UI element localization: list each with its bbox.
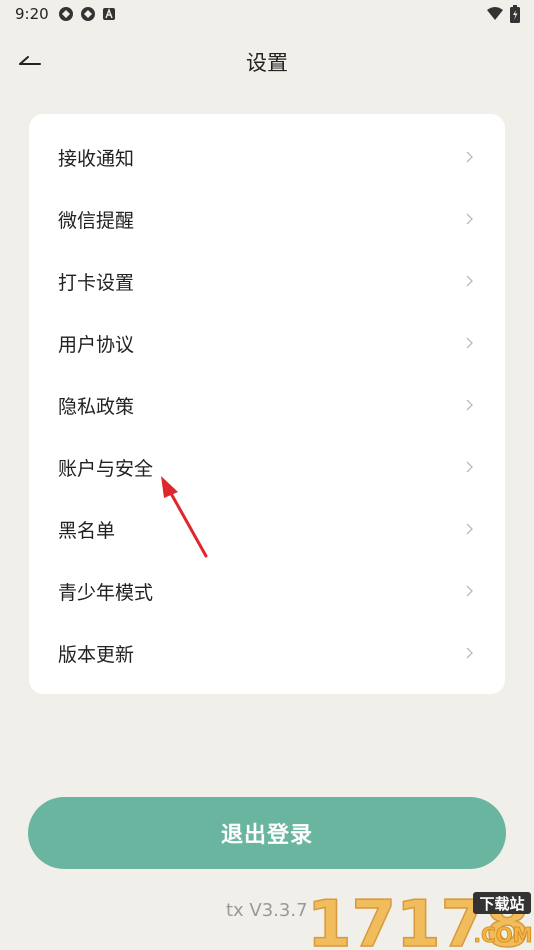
page-title: 设置 [246,51,288,75]
settings-item-wechat-reminder[interactable]: 微信提醒 [29,188,505,250]
settings-item-teen-mode[interactable]: 青少年模式 [29,560,505,622]
chevron-right-icon [466,523,473,535]
settings-item-label: 黑名单 [58,519,116,542]
svg-text:.COM: .COM [473,923,532,947]
sync-icon [81,7,95,21]
settings-item-label: 接收通知 [58,147,135,170]
chevron-right-icon [466,275,473,287]
settings-item-label: 青少年模式 [58,581,154,604]
sync-icon [59,7,73,21]
settings-item-version-update[interactable]: 版本更新 [29,622,505,684]
chevron-right-icon [466,647,473,659]
settings-card: 接收通知 微信提醒 打卡设置 用户协议 隐私政策 账户与安全 黑名单 青少年模式… [29,114,505,694]
chevron-right-icon [466,399,473,411]
status-icons-left [58,6,116,22]
settings-item-label: 隐私政策 [58,395,135,418]
logout-label: 退出登录 [220,822,313,847]
wifi-icon [487,7,503,20]
status-time: 9:20 [15,5,49,23]
status-icons-right [486,5,520,23]
settings-item-label: 账户与安全 [58,457,154,480]
battery-icon [510,5,520,23]
settings-item-label: 微信提醒 [58,209,135,232]
settings-item-label: 版本更新 [58,643,135,666]
settings-item-label: 打卡设置 [58,271,135,294]
logout-button[interactable]: 退出登录 [28,797,506,869]
settings-item-account-security[interactable]: 账户与安全 [29,436,505,498]
settings-item-notifications[interactable]: 接收通知 [29,126,505,188]
status-bar: 9:20 [0,0,534,30]
settings-item-user-agreement[interactable]: 用户协议 [29,312,505,374]
header: 设置 [0,38,534,82]
version-text: tx V3.3.7 [226,900,308,921]
settings-item-blacklist[interactable]: 黑名单 [29,498,505,560]
chevron-right-icon [466,151,473,163]
settings-item-checkin[interactable]: 打卡设置 [29,250,505,312]
svg-text:下载站: 下载站 [479,895,524,913]
settings-item-label: 用户协议 [58,333,135,356]
chevron-right-icon [466,213,473,225]
chevron-right-icon [466,585,473,597]
site-watermark-logo: 17178 下载站 .COM [306,887,533,950]
settings-item-privacy[interactable]: 隐私政策 [29,374,505,436]
chevron-right-icon [466,461,473,473]
notification-a-icon [103,8,115,20]
chevron-right-icon [466,337,473,349]
